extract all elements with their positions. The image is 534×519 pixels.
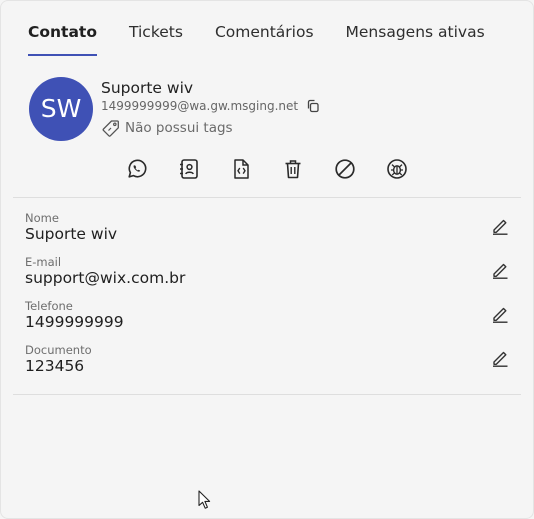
field-value: 123456 (25, 357, 85, 375)
mouse-cursor-icon (198, 490, 211, 509)
tab-contato[interactable]: Contato (28, 19, 97, 57)
avatar: SW (29, 77, 93, 141)
whatsapp-button[interactable] (125, 157, 149, 181)
divider (13, 394, 521, 395)
tab-tickets[interactable]: Tickets (129, 19, 183, 57)
contact-panel: Contato Tickets Comentários Mensagens at… (0, 0, 534, 519)
tags-label: Não possui tags (125, 120, 233, 136)
tab-mensagens-ativas[interactable]: Mensagens ativas (346, 19, 485, 57)
contact-address: 1499999999@wa.gw.msging.net (101, 99, 299, 113)
whatsapp-icon (128, 159, 147, 178)
tab-comentarios[interactable]: Comentários (215, 19, 314, 57)
tag-icon (102, 120, 119, 137)
field-documento: Documento 123456 (25, 343, 511, 383)
field-email: E-mail support@wix.com.br (25, 255, 511, 295)
pencil-icon[interactable] (491, 305, 509, 323)
contact-address-row: 1499999999@wa.gw.msging.net (101, 99, 320, 113)
block-button[interactable] (333, 157, 357, 181)
divider (13, 197, 521, 198)
field-label: Documento (25, 343, 92, 357)
pencil-icon[interactable] (491, 261, 509, 279)
tags-row[interactable]: Não possui tags (102, 119, 233, 137)
field-nome: Nome Suporte wiv (25, 211, 511, 251)
field-label: Telefone (25, 299, 73, 313)
trash-icon (285, 160, 301, 179)
field-value: support@wix.com.br (25, 269, 186, 287)
contact-name: Suporte wiv (101, 79, 194, 97)
pencil-icon[interactable] (491, 217, 509, 235)
field-value: 1499999999 (25, 313, 124, 331)
bug-icon (387, 159, 407, 179)
code-file-button[interactable] (229, 157, 253, 181)
field-label: E-mail (25, 255, 62, 269)
delete-button[interactable] (281, 157, 305, 181)
field-label: Nome (25, 211, 59, 225)
contact-card-icon (180, 159, 198, 179)
bug-button[interactable] (385, 157, 409, 181)
pencil-icon[interactable] (491, 349, 509, 367)
field-value: Suporte wiv (25, 225, 118, 243)
tab-bar: Contato Tickets Comentários Mensagens at… (13, 19, 517, 57)
block-icon (335, 159, 355, 179)
copy-icon[interactable] (306, 99, 320, 113)
contact-actions (125, 157, 437, 181)
code-file-icon (234, 159, 249, 179)
field-telefone: Telefone 1499999999 (25, 299, 511, 339)
contact-card-button[interactable] (177, 157, 201, 181)
